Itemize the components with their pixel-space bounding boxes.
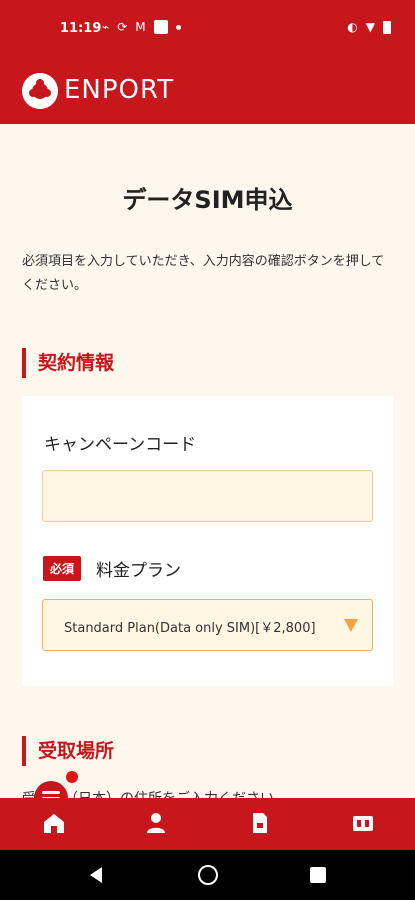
app-header: ENPORT <box>0 60 415 124</box>
dropdown-arrow-icon <box>344 619 358 632</box>
battery-icon <box>383 20 391 34</box>
plan-selected-value: Standard Plan(Data only SIM)[￥2,800] <box>64 621 316 636</box>
section-title-contract: 契約情報 <box>22 348 114 378</box>
sim-card-icon[interactable] <box>246 810 272 836</box>
profile-icon[interactable] <box>143 810 169 836</box>
back-icon[interactable] <box>90 867 102 883</box>
more-notifications-icon <box>175 24 181 30</box>
logo-text: ENPORT <box>64 75 175 105</box>
page-title: データSIM申込 <box>122 186 293 214</box>
sync-icon: ⟳ <box>117 20 128 34</box>
notification-icon <box>153 20 168 34</box>
bottom-navigation <box>0 798 415 850</box>
status-bar: 11:19 ⌁ ⟳ M ◐ ▼ <box>0 0 415 60</box>
required-badge: 必須 <box>43 556 82 581</box>
wifi-icon: ▼ <box>365 20 375 34</box>
android-home-icon[interactable] <box>198 865 218 885</box>
status-time: 11:19 <box>60 21 102 36</box>
intro-text: 必須項目を入力していただき、入力内容の確認ボタンを押してください。 <box>22 254 385 293</box>
campaign-code-label: キャンペーンコード <box>44 435 197 455</box>
campaign-code-input[interactable] <box>42 470 373 522</box>
wifi-calling-icon: ⌁ <box>102 20 110 34</box>
plan-label: 料金プラン <box>96 561 181 581</box>
gmail-icon: M <box>135 20 146 34</box>
enport-logo-icon <box>22 73 58 109</box>
home-icon[interactable] <box>41 810 67 836</box>
recent-apps-icon[interactable] <box>310 867 326 883</box>
section-title-receiving: 受取場所 <box>22 736 114 766</box>
android-navigation-bar <box>0 850 415 900</box>
vibrate-icon: ◐ <box>347 20 358 34</box>
application-form: データSIM申込 必須項目を入力していただき、入力内容の確認ボタンを押してくださ… <box>0 124 415 798</box>
notification-dot <box>66 771 78 783</box>
contract-card: キャンペーンコード 必須 料金プラン Standard Plan(Data on… <box>22 396 393 686</box>
ticket-icon[interactable] <box>350 810 376 836</box>
plan-select[interactable]: Standard Plan(Data only SIM)[￥2,800] <box>42 599 373 651</box>
